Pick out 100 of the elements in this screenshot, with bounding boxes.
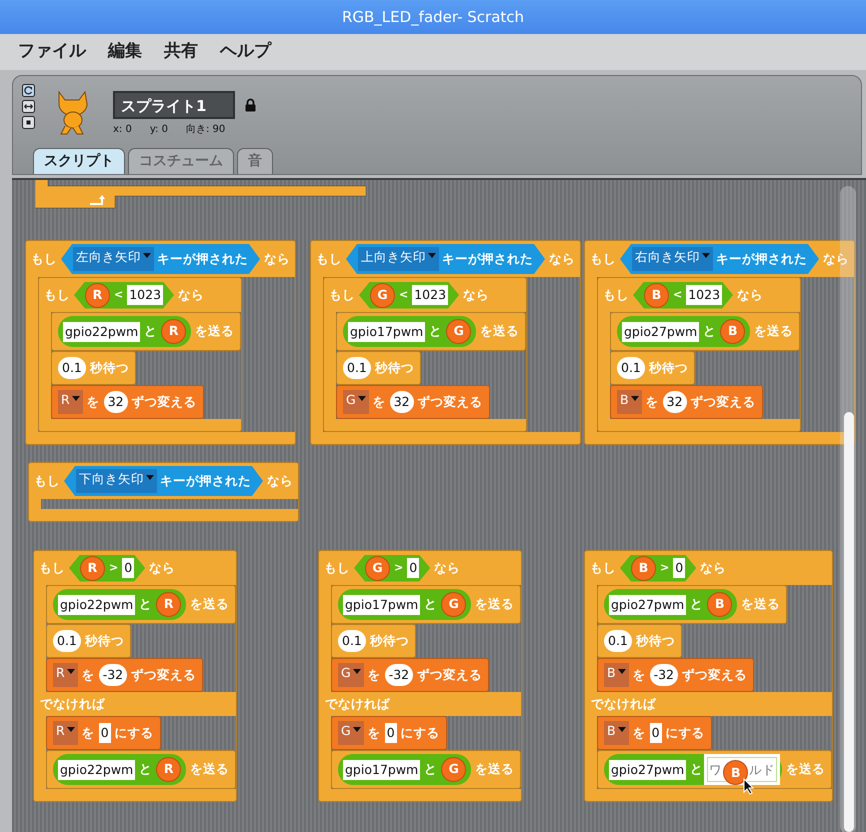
dropdown[interactable]: 下向き矢印 [76, 469, 157, 493]
text-field[interactable]: gpio27pwm [622, 322, 700, 342]
text-field[interactable]: 1023 [686, 285, 722, 305]
text-field[interactable]: gpio22pwm [58, 760, 136, 780]
rotate-icon[interactable] [22, 84, 35, 97]
text-field[interactable]: gpio22pwm [63, 322, 140, 342]
menu-item[interactable]: ヘルプ [220, 39, 271, 65]
dropdown[interactable]: B [604, 721, 629, 745]
change-variable-block[interactable]: G を -32 ずつ変える [331, 658, 490, 692]
if-block[interactable]: もし 上向き矢印 キーが押された なら もし G < 1023 なら gpio17pwm と G を送る 0.1 秒待つ G を 32 ずつ変える [310, 240, 581, 445]
dropdown[interactable]: B [604, 663, 629, 687]
dropdown[interactable]: 左向き矢印 [73, 247, 154, 271]
number-field[interactable]: 0.1 [604, 630, 632, 652]
key-pressed-condition[interactable]: 下向き矢印 キーが押された [64, 466, 263, 496]
if-block[interactable]: もし G > 0 なら gpio17pwm と G を送る 0.1 秒待つ G を -32 ずつ変える でなければ G を 0 にする gpio17pwm と G を送る [318, 550, 522, 802]
number-field[interactable]: -32 [98, 664, 128, 686]
comparison-condition[interactable]: G < 1023 [359, 282, 460, 308]
text-field[interactable]: 0 [384, 723, 397, 743]
dropdown[interactable]: G [338, 721, 364, 745]
dropdown[interactable]: R [58, 390, 83, 414]
wait-block[interactable]: 0.1 秒待つ [331, 624, 416, 658]
sprite-name-field[interactable]: スプライト1 [113, 91, 235, 119]
text-field[interactable]: 0 [650, 723, 662, 743]
send-block[interactable]: gpio22pwm と R を送る [51, 312, 242, 351]
change-variable-block[interactable]: R を -32 ずつ変える [46, 658, 204, 692]
dropdown[interactable]: 上向き矢印 [358, 247, 439, 271]
comparison-condition[interactable]: B > 0 [620, 554, 696, 582]
wait-block[interactable]: 0.1 秒待つ [336, 351, 421, 385]
menu-item[interactable]: 編集 [108, 39, 142, 65]
wait-block[interactable]: 0.1 秒待つ [46, 624, 131, 658]
number-field[interactable]: 32 [662, 391, 687, 413]
join-reporter[interactable]: gpio27pwm と B [604, 589, 738, 620]
join-reporter[interactable]: gpio22pwm と R [53, 589, 186, 620]
text-field[interactable]: 1023 [127, 285, 164, 305]
change-variable-block[interactable]: B を 32 ずつ変える [610, 385, 763, 419]
join-reporter[interactable]: gpio22pwm と R [58, 316, 192, 347]
number-field[interactable]: 0.1 [58, 357, 86, 379]
number-field[interactable]: 0.1 [343, 357, 371, 379]
text-field[interactable]: gpio17pwm [343, 760, 420, 780]
if-block[interactable]: もし 左向き矢印 キーが押された なら もし R < 1023 なら gpio22pwm と R を送る 0.1 秒待つ R を 32 ずつ変える [25, 240, 296, 445]
join-reporter[interactable]: gpio22pwm と R [53, 754, 186, 785]
wait-block[interactable]: 0.1 秒待つ [597, 624, 682, 658]
set-variable-block[interactable]: G を 0 にする [331, 716, 447, 750]
join-reporter[interactable]: gpio17pwm と G [338, 754, 472, 785]
text-field[interactable]: 0 [407, 558, 420, 578]
text-field[interactable]: 0 [122, 558, 134, 578]
number-field[interactable]: 0.1 [617, 357, 645, 379]
if-block[interactable]: もし R > 0 なら gpio22pwm と R を送る 0.1 秒待つ R を -32 ずつ変える でなければ R を 0 にする gpio22pwm と R を送る [33, 550, 238, 802]
text-field[interactable]: 0 [98, 723, 111, 743]
key-pressed-condition[interactable]: 左向き矢印 キーが押された [61, 244, 260, 274]
change-variable-block[interactable]: G を 32 ずつ変える [336, 385, 490, 419]
join-reporter[interactable]: gpio17pwm と G [343, 316, 476, 347]
number-field[interactable]: -32 [384, 664, 414, 686]
text-field[interactable]: 0 [673, 558, 686, 578]
send-block[interactable]: gpio22pwm と R を送る [46, 585, 236, 624]
comparison-condition[interactable]: R < 1023 [74, 282, 174, 308]
dropdown[interactable]: G [338, 663, 364, 687]
text-field[interactable]: gpio22pwm [58, 594, 136, 614]
scrollbar-thumb[interactable] [844, 412, 854, 832]
send-block[interactable]: gpio17pwm と G を送る [331, 585, 522, 624]
join-reporter[interactable]: gpio27pwm と B [617, 316, 750, 347]
no-rotate-icon[interactable] [22, 116, 35, 129]
change-variable-block[interactable]: B を -32 ずつ変える [597, 658, 754, 692]
wait-block[interactable]: 0.1 秒待つ [51, 351, 136, 385]
dropdown[interactable]: R [53, 721, 78, 745]
send-block[interactable]: gpio27pwm と B を送る [610, 312, 800, 351]
key-pressed-condition[interactable]: 上向き矢印 キーが押された [346, 244, 545, 274]
set-variable-block[interactable]: R を 0 にする [46, 716, 161, 750]
if-block[interactable]: もし G < 1023 なら gpio17pwm と G を送る 0.1 秒待つ G を 32 ずつ変える [323, 277, 528, 432]
if-block[interactable]: もし B < 1023 なら gpio27pwm と B を送る 0.1 秒待つ B を 32 ずつ変える [597, 277, 802, 432]
key-pressed-condition[interactable]: 右向き矢印 キーが押された [620, 244, 819, 274]
dropdown[interactable]: G [343, 390, 369, 414]
flip-icon[interactable] [22, 100, 35, 113]
send-block[interactable]: gpio27pwm と B を送る [597, 585, 788, 624]
text-field[interactable]: gpio27pwm [609, 594, 686, 614]
join-reporter[interactable]: gpio17pwm と G [338, 589, 472, 620]
number-field[interactable]: 32 [390, 391, 414, 413]
text-field[interactable]: gpio27pwm [609, 760, 686, 780]
lock-icon[interactable] [245, 98, 256, 112]
dropdown[interactable]: 右向き矢印 [632, 247, 713, 271]
change-variable-block[interactable]: R を 32 ずつ変える [51, 385, 204, 419]
comparison-condition[interactable]: G > 0 [354, 554, 430, 582]
if-block[interactable]: もし B > 0 なら gpio27pwm と B を送る 0.1 秒待つ B を -32 ずつ変える でなければ B を 0 にする gpio27pwm と ワ B ルド を送る [584, 550, 834, 802]
text-field[interactable]: gpio17pwm [348, 322, 426, 342]
menu-item[interactable]: ファイル [18, 39, 86, 65]
if-block[interactable]: もし 下向き矢印 キーが押された なら [28, 462, 299, 522]
if-block[interactable]: もし R < 1023 なら gpio22pwm と R を送る 0.1 秒待つ R を 32 ずつ変える [38, 277, 242, 432]
number-field[interactable]: -32 [650, 664, 678, 686]
number-field[interactable]: 0.1 [338, 630, 366, 652]
tab[interactable]: スクリプト [33, 148, 125, 174]
send-block[interactable]: gpio17pwm と G を送る [331, 750, 522, 789]
set-variable-block[interactable]: B を 0 にする [597, 716, 712, 750]
wait-block[interactable]: 0.1 秒待つ [610, 351, 695, 385]
number-field[interactable]: 32 [104, 391, 128, 413]
comparison-condition[interactable]: B < 1023 [633, 282, 734, 308]
send-block[interactable]: gpio22pwm と R を送る [46, 750, 236, 789]
if-block[interactable]: もし 右向き矢印 キーが押された なら もし B < 1023 なら gpio27pwm と B を送る 0.1 秒待つ B を 32 ずつ変える [584, 240, 855, 445]
dropdown[interactable]: R [53, 663, 78, 687]
text-field[interactable]: gpio17pwm [343, 594, 420, 614]
number-field[interactable]: 0.1 [53, 630, 81, 652]
